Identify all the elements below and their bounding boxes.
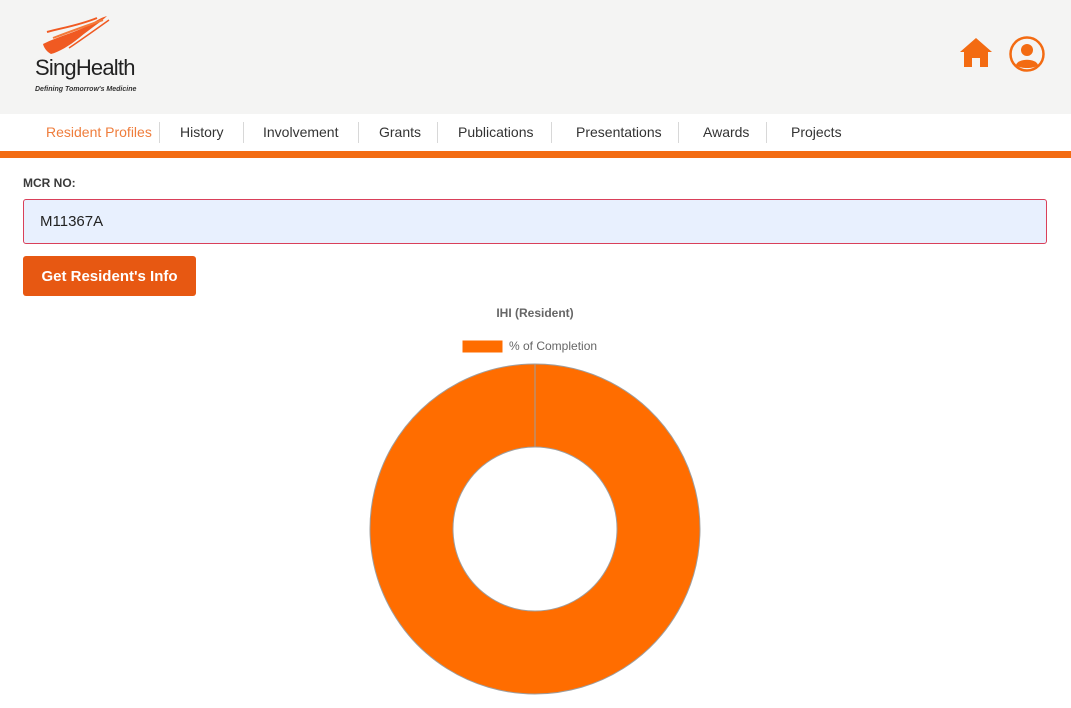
singhealth-logo[interactable]: SingHealth Defining Tomorrow's Medicine [33,14,143,98]
doughnut-slices [369,363,701,695]
brand-name: SingHealth [35,55,135,80]
ihi-completion-chart: IHI (Resident) % of Completion [369,306,701,695]
nav-item-history[interactable]: History [180,114,224,151]
nav-item-involvement[interactable]: Involvement [263,114,338,151]
profile-button[interactable] [1008,35,1046,73]
app-header: SingHealth Defining Tomorrow's Medicine [0,0,1071,114]
main-nav: Resident Profiles History Involvement Gr… [0,114,1071,151]
legend-swatch[interactable] [461,339,504,354]
brush-stroke-logo-mark [43,16,110,54]
mcr-input[interactable] [23,199,1047,244]
nav-separator [243,122,244,143]
nav-item-resident-profiles[interactable]: Resident Profiles [46,114,152,151]
legend-label[interactable]: % of Completion [509,339,597,353]
nav-accent-bar [0,151,1071,158]
nav-separator [358,122,359,143]
nav-separator [551,122,552,143]
home-icon [960,38,992,67]
brand-tagline: Defining Tomorrow's Medicine [35,86,137,93]
nav-item-projects[interactable]: Projects [791,114,842,151]
get-resident-info-button[interactable]: Get Resident's Info [23,256,196,296]
mcr-label: MCR NO: [23,176,76,190]
nav-item-presentations[interactable]: Presentations [576,114,662,151]
nav-item-grants[interactable]: Grants [379,114,421,151]
user-circle-icon [1009,36,1045,72]
nav-separator [766,122,767,143]
nav-separator [159,122,160,143]
nav-item-publications[interactable]: Publications [458,114,534,151]
nav-separator [678,122,679,143]
chart-title: IHI (Resident) [496,306,573,320]
nav-separator [437,122,438,143]
nav-item-awards[interactable]: Awards [703,114,749,151]
home-button[interactable] [958,36,994,70]
